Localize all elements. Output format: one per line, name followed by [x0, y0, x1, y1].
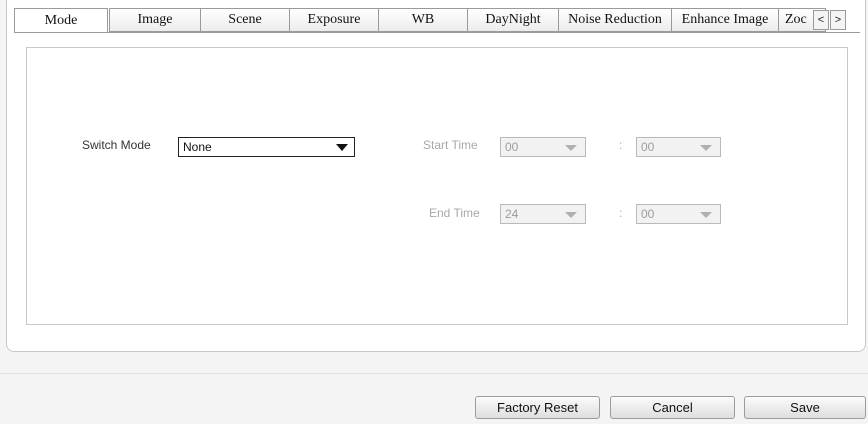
switch-mode-select[interactable]: None — [178, 137, 355, 157]
factory-reset-button[interactable]: Factory Reset — [475, 396, 600, 419]
chevron-down-icon — [565, 212, 577, 218]
tab-enhance-image[interactable]: Enhance Image — [671, 8, 779, 32]
switch-mode-value: None — [183, 140, 212, 154]
end-time-minute-select[interactable]: 00 — [636, 204, 721, 224]
chevron-down-icon — [336, 144, 348, 151]
tab-noise-reduction[interactable]: Noise Reduction — [558, 8, 672, 32]
end-time-hour-value: 24 — [505, 207, 519, 221]
start-time-label: Start Time — [423, 138, 478, 152]
cancel-button[interactable]: Cancel — [610, 396, 735, 419]
end-time-label: End Time — [429, 206, 480, 220]
start-time-separator: : — [619, 138, 623, 152]
tab-image[interactable]: Image — [109, 8, 201, 32]
tab-mode[interactable]: Mode — [14, 8, 108, 33]
start-time-hour-value: 00 — [505, 140, 519, 154]
tab-scene[interactable]: Scene — [200, 8, 290, 32]
footer-divider — [0, 373, 868, 374]
tab-scroll-right-button[interactable]: > — [830, 10, 846, 30]
switch-mode-label: Switch Mode — [82, 138, 151, 152]
end-time-separator: : — [619, 206, 623, 220]
mode-form: Switch Mode None Start Time 00 : 00 End … — [26, 47, 848, 325]
chevron-down-icon — [700, 212, 712, 218]
tab-divider — [14, 32, 860, 33]
tab-exposure[interactable]: Exposure — [289, 8, 379, 32]
end-time-minute-value: 00 — [641, 207, 655, 221]
end-time-hour-select[interactable]: 24 — [500, 204, 586, 224]
tab-scroll-left-button[interactable]: < — [813, 10, 829, 30]
start-time-hour-select[interactable]: 00 — [500, 137, 586, 157]
tab-daynight[interactable]: DayNight — [467, 8, 559, 32]
start-time-minute-select[interactable]: 00 — [636, 137, 721, 157]
chevron-down-icon — [700, 145, 712, 151]
tab-strip: Mode Image Scene Exposure WB DayNight No… — [14, 8, 862, 33]
chevron-down-icon — [565, 145, 577, 151]
start-time-minute-value: 00 — [641, 140, 655, 154]
save-button[interactable]: Save — [744, 396, 866, 419]
tab-wb[interactable]: WB — [378, 8, 468, 32]
